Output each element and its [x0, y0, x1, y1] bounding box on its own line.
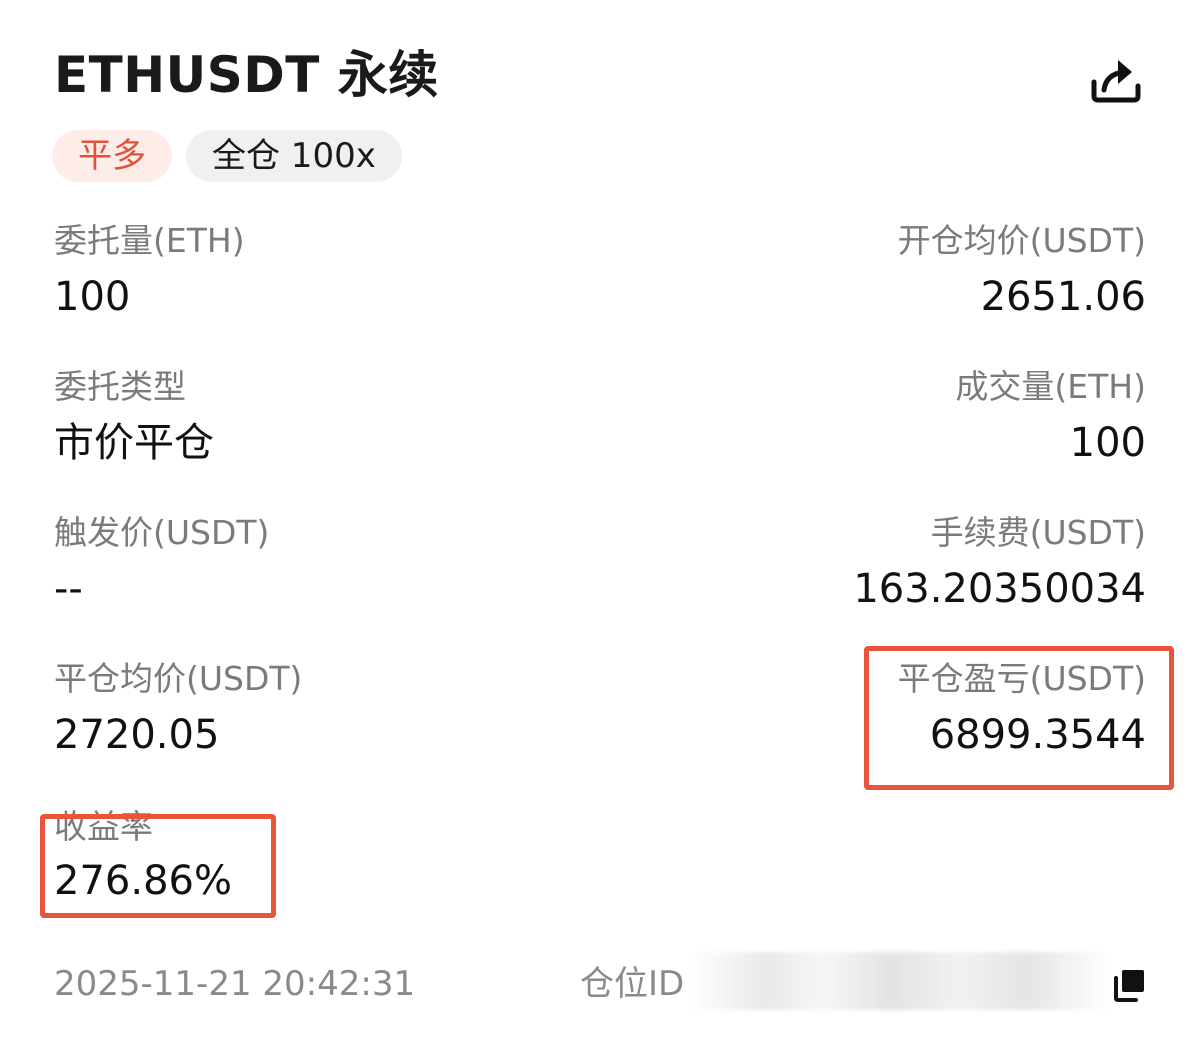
close-avg-price-label: 平仓均价(USDT) [54, 659, 303, 698]
order-type-label: 委托类型 [54, 367, 186, 406]
margin-leverage-tag: 全仓 100x [186, 130, 402, 182]
close-avg-price-value: 2720.05 [54, 712, 220, 758]
order-qty-label: 委托量(ETH) [54, 221, 245, 260]
fee-value: 163.20350034 [853, 566, 1146, 612]
filled-qty-value: 100 [1069, 420, 1146, 466]
timestamp: 2025-11-21 20:42:31 [54, 964, 416, 1004]
share-icon[interactable] [1088, 52, 1142, 106]
copy-icon[interactable] [1112, 968, 1146, 1002]
position-id-redacted [690, 952, 1110, 1010]
trigger-price-label: 触发价(USDT) [54, 513, 270, 552]
roi-highlight-box [40, 814, 276, 918]
open-avg-price-value: 2651.06 [980, 274, 1146, 320]
order-qty-value: 100 [54, 274, 131, 320]
close-pnl-highlight-box [864, 646, 1174, 790]
trigger-price-value: -- [54, 566, 83, 612]
position-id-label: 仓位ID [580, 964, 685, 1004]
tag-group: 平多 全仓 100x [52, 130, 402, 182]
page-title: ETHUSDT 永续 [54, 46, 439, 104]
order-type-value: 市价平仓 [54, 420, 214, 466]
filled-qty-label: 成交量(ETH) [955, 367, 1146, 406]
side-tag: 平多 [52, 130, 172, 182]
fee-label: 手续费(USDT) [930, 513, 1146, 552]
open-avg-price-label: 开仓均价(USDT) [897, 221, 1146, 260]
